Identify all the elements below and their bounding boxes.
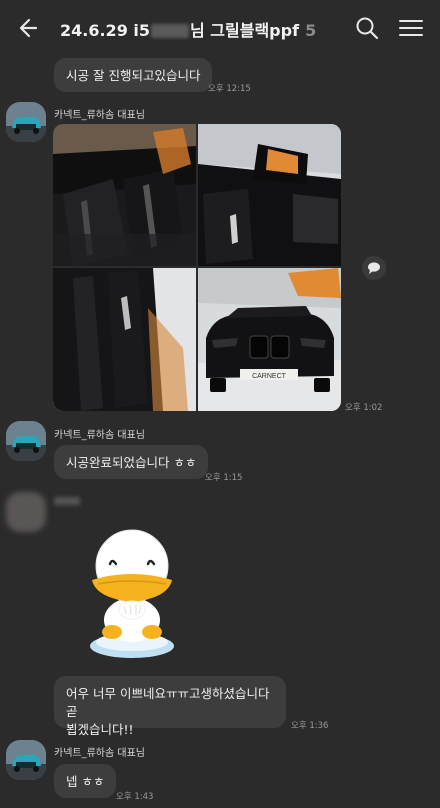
avatar[interactable] [6,102,46,142]
member-count: 5 [305,21,317,40]
message-time: 오후 1:43 [116,792,154,802]
photo-thumbnail[interactable] [53,268,196,411]
chat-header: 24.6.29 i5 님 그릴블랙ppf 5 [0,0,440,56]
message-time: 오후 1:36 [291,721,329,731]
message-time: 오후 12:15 [208,84,251,94]
message-text: 시공 잘 진행되고있습니다 [66,68,201,83]
message-bubble[interactable]: 넵 ㅎㅎ [54,764,117,798]
message-text-line2: 뵙겠습니다!! [66,722,134,737]
duck-sticker[interactable] [84,528,180,662]
avatar-car-image [6,421,46,461]
chat-title-prefix: 24.6.29 i5 [60,21,151,40]
photo-thumbnail[interactable] [198,124,341,266]
message-time: 오후 1:02 [345,403,383,413]
avatar[interactable] [6,421,46,461]
back-arrow-icon[interactable] [14,14,44,42]
photo-thumbnail[interactable] [53,124,196,266]
message-text: 시공완료되었습니다 ㅎㅎ [66,455,197,470]
sender-name: 카넥트_류하솜 대표님 [54,110,145,121]
speech-bubble-icon [368,262,380,274]
avatar[interactable] [6,492,46,532]
message-bubble[interactable]: 어우 너무 이쁘네요ㅠㅠ고생하셨습니다 곧 뵙겠습니다!! [54,676,286,737]
headlight-closeup-image [198,124,341,266]
search-icon[interactable] [354,15,380,41]
avatar-car-image [6,740,46,780]
car-front-image: CARNECT [198,268,341,411]
sender-name: 카넥트_류하솜 대표님 [54,430,145,441]
message-bubble[interactable]: 시공완료되었습니다 ㅎㅎ [54,445,209,479]
photo-thumbnail[interactable]: CARNECT [198,268,341,411]
grille-side-image [53,268,196,411]
grille-closeup-image [53,124,196,266]
redacted-sender-name [54,497,80,505]
message-text: 넵 ㅎㅎ [66,774,105,789]
chat-title: 24.6.29 i5 님 그릴블랙ppf 5 [60,17,316,41]
sender-name: 카넥트_류하솜 대표님 [54,748,145,759]
share-button[interactable] [362,256,386,280]
redacted-name [151,24,190,38]
avatar[interactable] [6,740,46,780]
message-bubble[interactable]: 시공 잘 진행되고있습니다 [54,58,213,92]
license-plate-text: CARNECT [252,373,287,380]
avatar-car-image [6,102,46,142]
message-time: 오후 1:15 [205,473,243,483]
chat-title-suffix: 님 그릴블랙ppf [190,21,300,40]
hamburger-menu-icon[interactable] [398,16,424,40]
message-text-line1: 어우 너무 이쁘네요ㅠㅠ고생하셨습니다 곧 [66,686,270,719]
